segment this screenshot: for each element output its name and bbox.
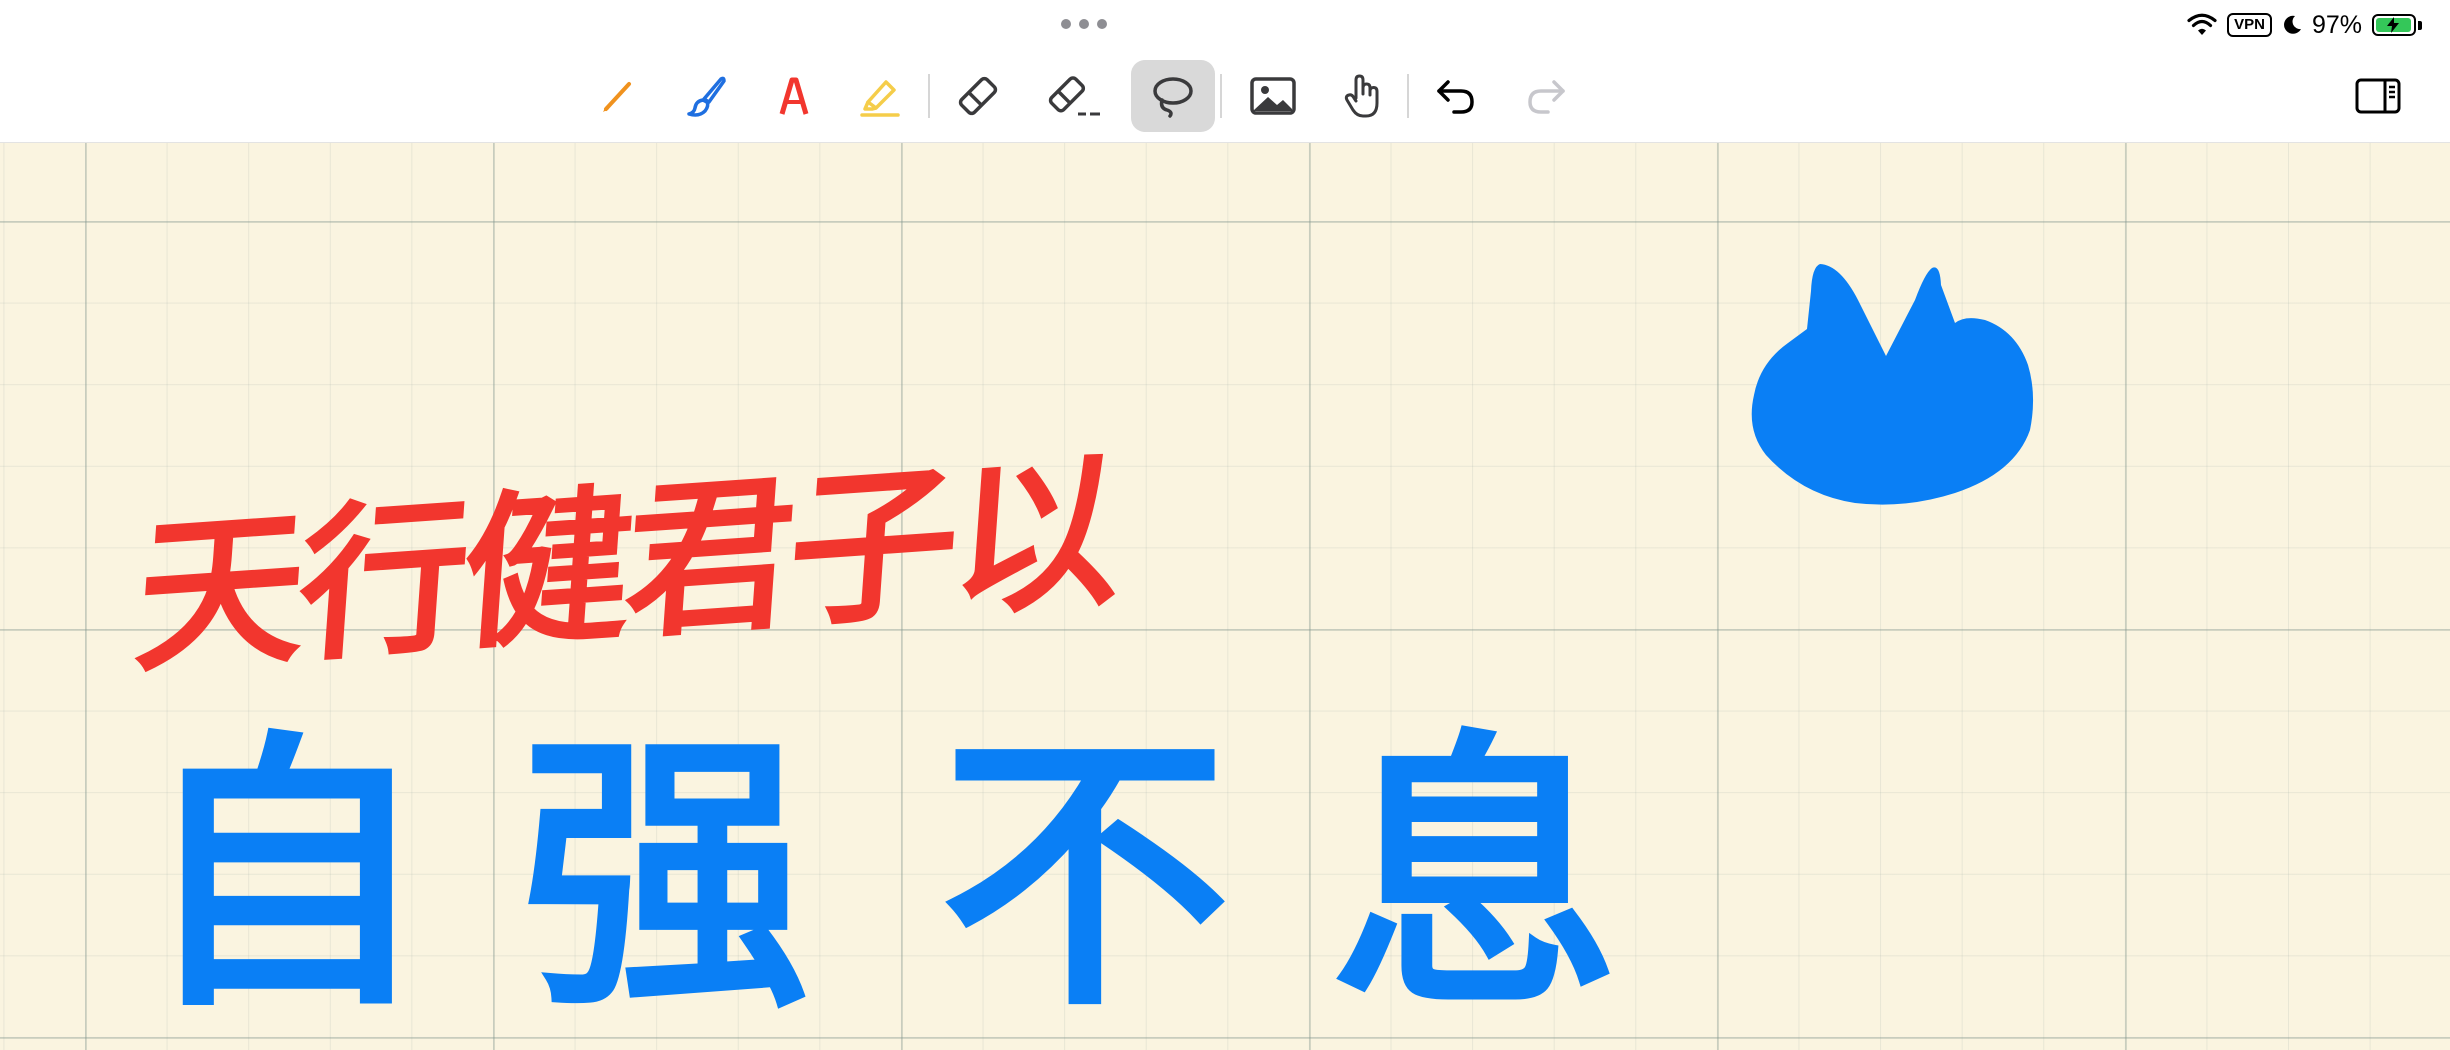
toolbar-separator [928,74,930,118]
handwritten-text-red[interactable]: 天行健君子以 [130,433,1123,696]
hand-tool-button[interactable] [1321,60,1405,132]
insert-image-button[interactable] [1231,60,1315,132]
handwritten-char-blue[interactable]: 息 [1330,733,1620,1023]
eraser-icon [958,76,998,116]
moon-icon [2284,15,2301,34]
redo-icon [1528,80,1565,114]
handwritten-char-blue[interactable]: 自 [140,733,430,1023]
partial-eraser-tool-button[interactable] [1034,60,1118,132]
undo-button[interactable] [1414,60,1498,132]
battery-charging-icon [2372,14,2422,36]
multitasking-ellipsis-icon[interactable] [1061,18,1107,30]
toggle-side-panel-button[interactable] [2352,72,2404,120]
hand-icon [1344,74,1379,118]
toolbar-separator [1407,74,1409,118]
brush-icon [687,76,726,117]
highlighter-icon [860,80,900,117]
system-status: VPN 97% [2187,8,2422,42]
blue-ink-blob-shape[interactable] [1710,205,2070,565]
partial-eraser-icon [1048,76,1100,116]
eraser-tool-button[interactable] [936,60,1020,132]
undo-icon [1437,80,1474,114]
status-bar: VPN 97% [0,0,2450,50]
pencil-icon [603,82,631,112]
battery-percent: 97% [2311,10,2362,39]
vpn-badge: VPN [2227,13,2272,37]
highlighter-tool-button[interactable] [838,60,922,132]
note-canvas[interactable]: 天行健君子以 自 强 不 息 [0,143,2450,1050]
pencil-tool-button[interactable] [576,60,660,132]
drawing-toolbar [0,50,2450,143]
handwritten-char-blue[interactable]: 强 [520,733,810,1023]
lasso-icon [1153,77,1193,118]
pen-nib-icon [779,77,809,115]
image-icon [1250,77,1296,115]
wifi-icon [2187,13,2217,35]
handwritten-char-blue[interactable]: 不 [940,733,1230,1023]
brush-tool-button[interactable] [665,60,749,132]
toolbar-separator [1220,74,1222,118]
pen-tool-button[interactable] [752,60,836,132]
redo-button[interactable] [1504,60,1588,132]
lasso-tool-button[interactable] [1131,60,1215,132]
sidebar-right-icon [2355,78,2401,114]
